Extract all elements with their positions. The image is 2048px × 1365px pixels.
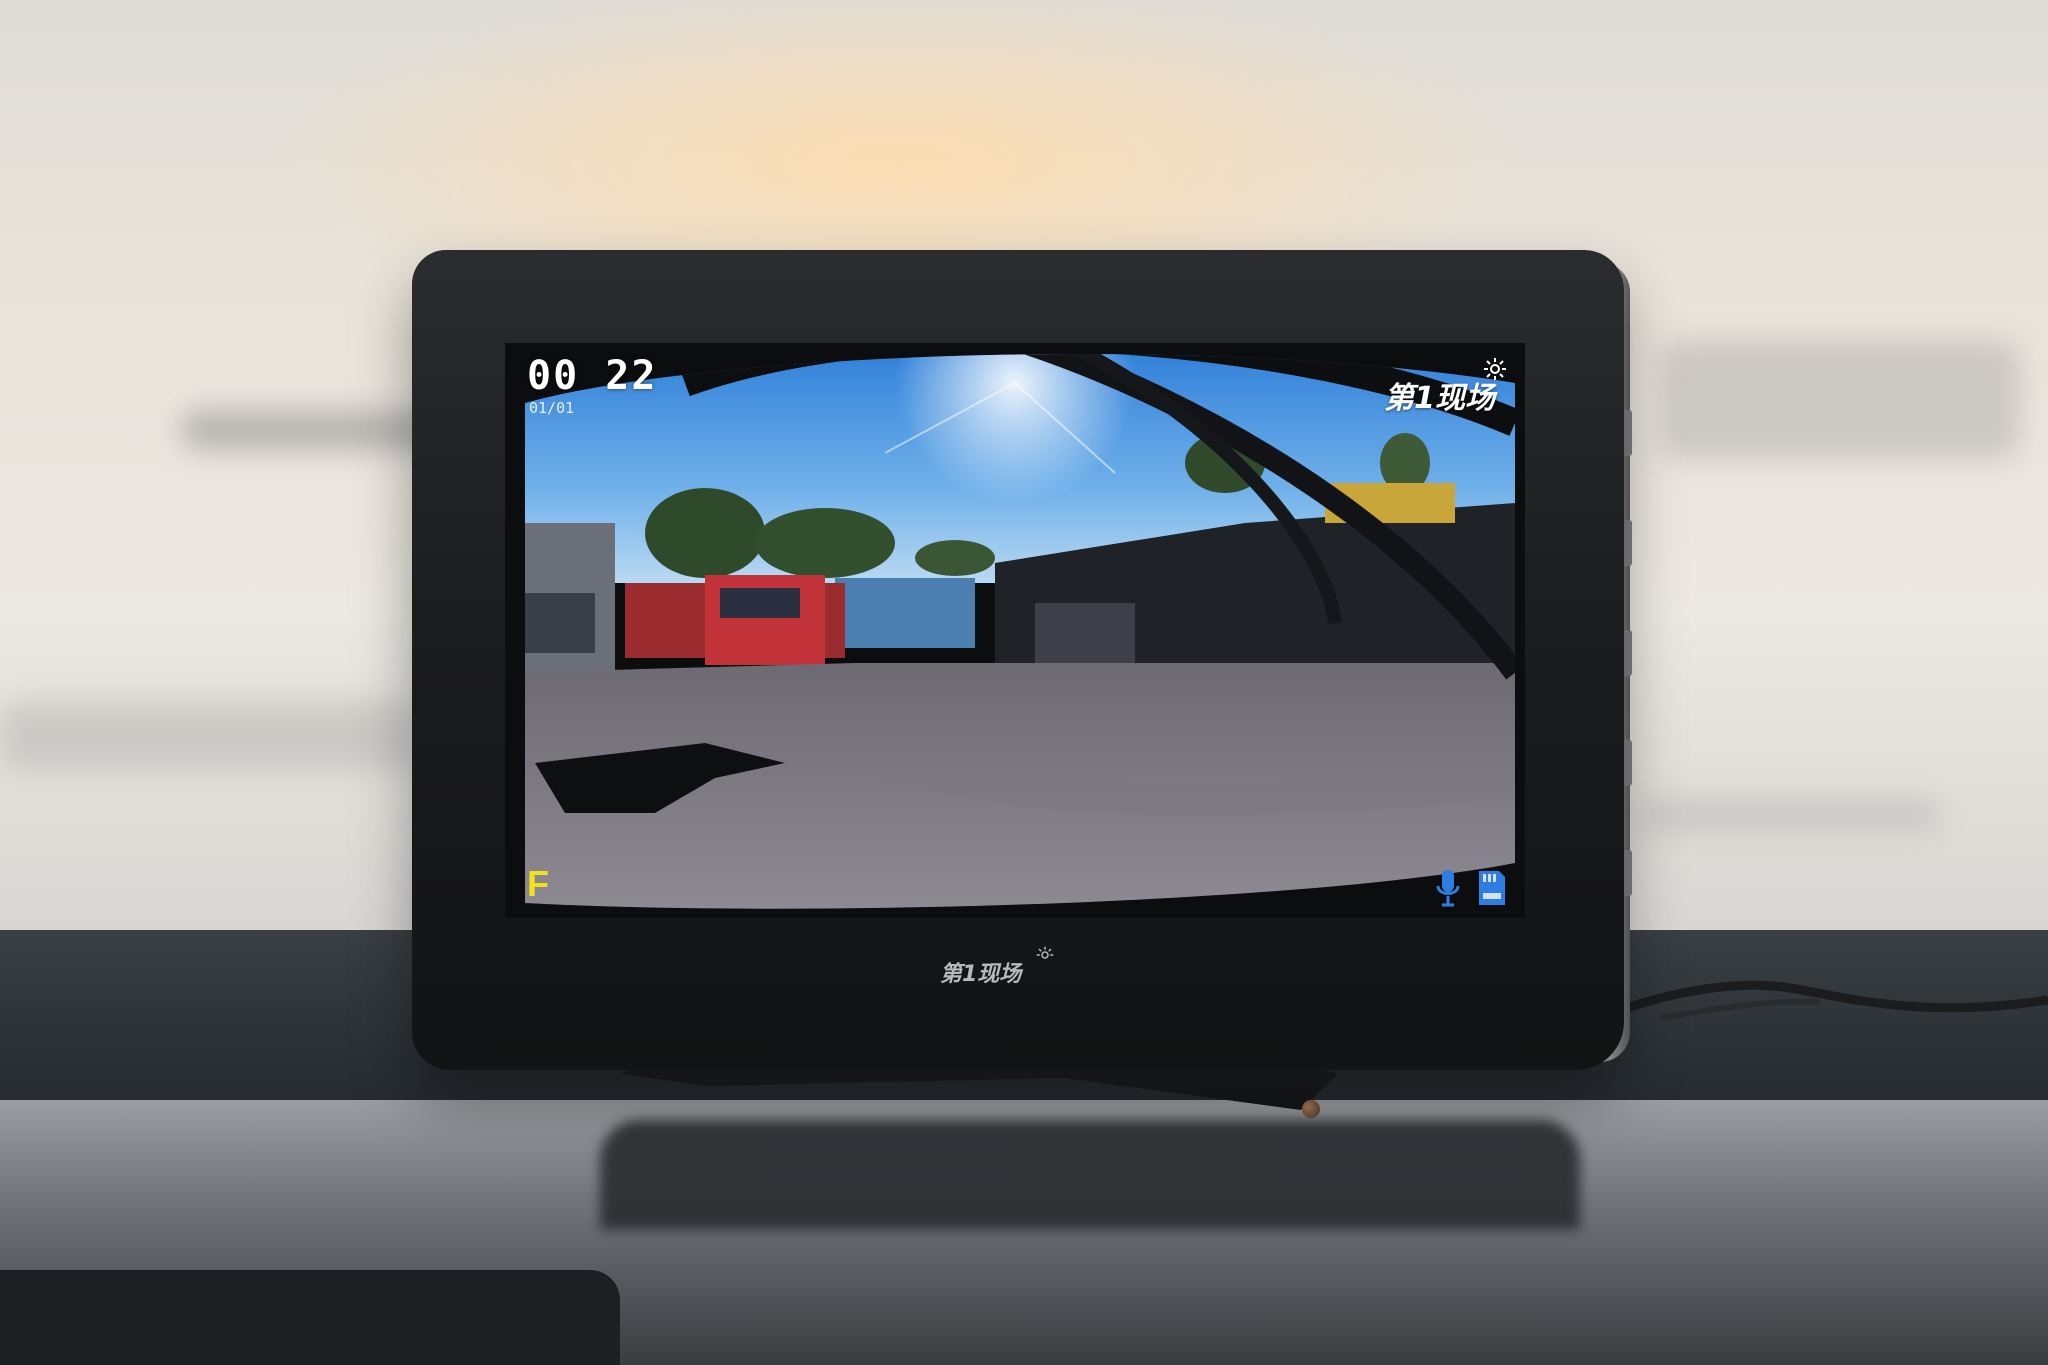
osd-time-minutes: 22: [605, 353, 658, 399]
osd-brand-logo: 第1现场: [1384, 381, 1495, 416]
sun-icon: [1484, 358, 1506, 380]
camera-feed: [505, 343, 1525, 918]
background-blur-shape: [0, 700, 420, 770]
dashboard-shadow: [600, 1120, 1580, 1230]
osd-date: 01/01: [529, 399, 575, 417]
osd-time-hours: 00: [527, 353, 580, 399]
osd-time: 00 22: [527, 353, 657, 399]
sun-icon: [1036, 946, 1054, 959]
microphone-icon: [1436, 870, 1460, 907]
background-blur-shape: [1660, 340, 2020, 460]
mount-bolt: [1302, 1100, 1320, 1118]
power-cable: [1620, 980, 2048, 1021]
dashboard-vent: [0, 1270, 620, 1365]
background-blur-shape: [1640, 800, 1940, 830]
camera-indicator: F: [527, 863, 549, 904]
sd-card-icon: [1479, 871, 1505, 905]
bezel-brand-logo: 第1现场: [940, 962, 1022, 987]
camera-screen: 00 22 01/01 第1现场 F: [505, 343, 1525, 918]
